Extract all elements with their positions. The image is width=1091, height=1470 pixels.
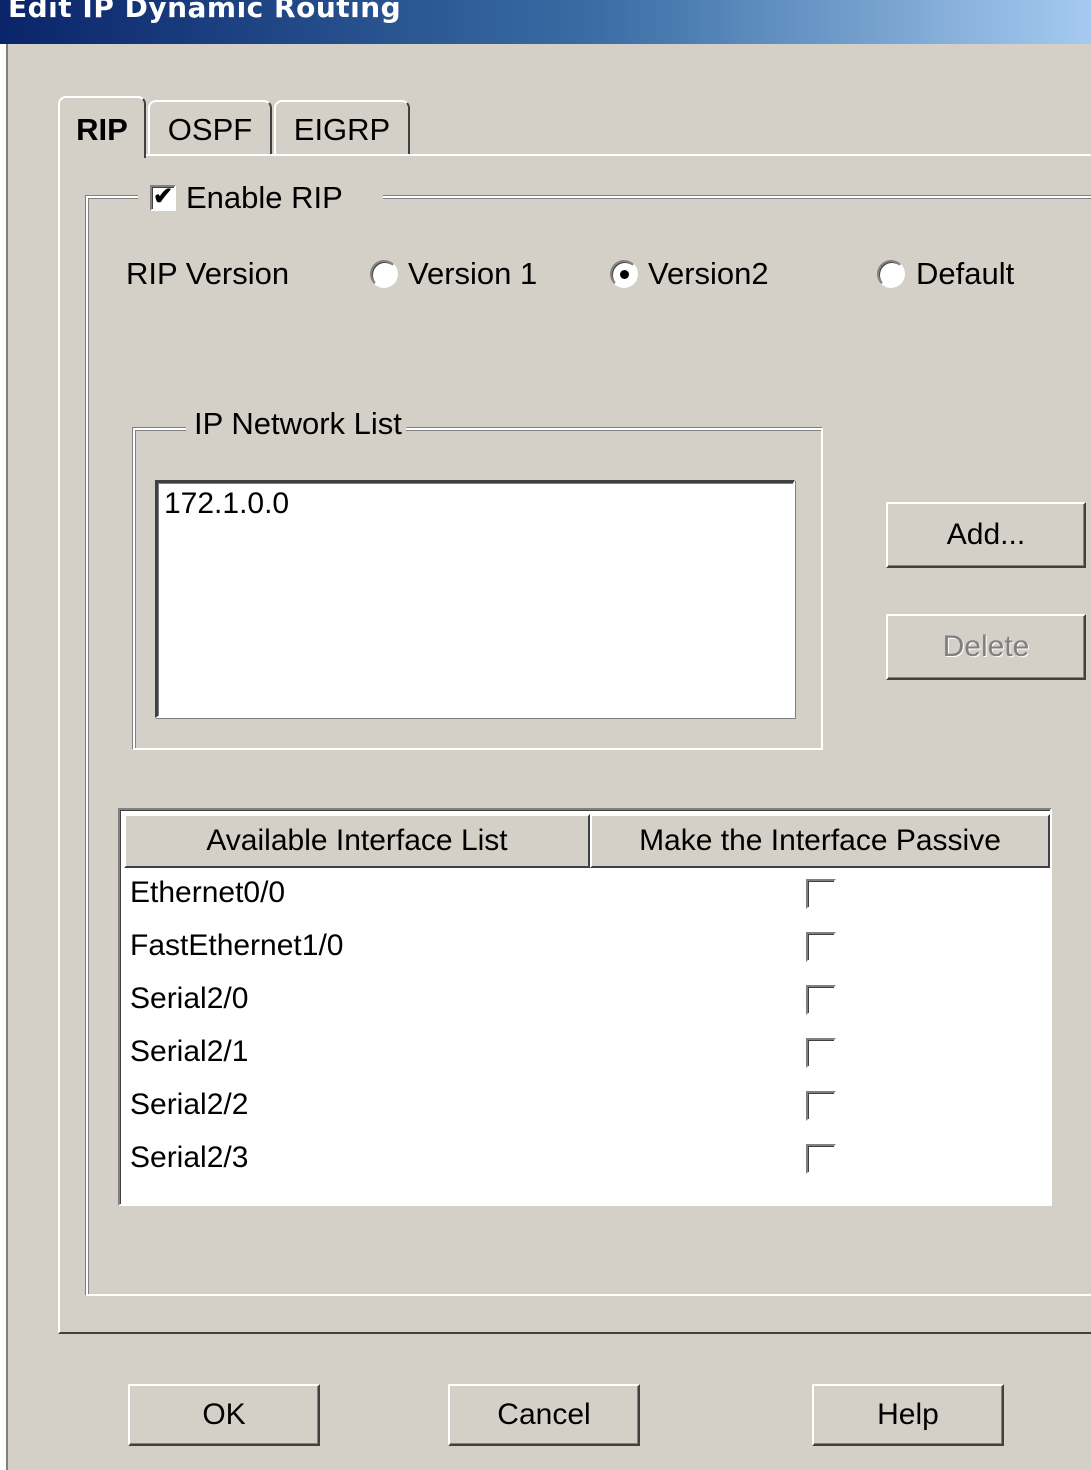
table-row[interactable]: Serial2/1 xyxy=(124,1027,1050,1080)
tab-ospf[interactable]: OSPF xyxy=(148,100,272,156)
rip-version-label: RIP Version xyxy=(126,256,290,291)
table-row[interactable]: FastEthernet1/0 xyxy=(124,921,1050,974)
interface-name: Serial2/3 xyxy=(130,1141,249,1174)
delete-button[interactable]: Delete xyxy=(886,614,1086,680)
passive-checkbox[interactable] xyxy=(806,985,836,1015)
radio-version-2-label[interactable]: Version2 xyxy=(648,256,769,292)
add-button-label: Add... xyxy=(946,518,1026,551)
passive-checkbox[interactable] xyxy=(806,1144,836,1174)
radio-default-label[interactable]: Default xyxy=(916,256,1014,292)
radio-version-1[interactable] xyxy=(370,260,398,288)
help-button[interactable]: Help xyxy=(812,1384,1004,1446)
passive-checkbox[interactable] xyxy=(806,1091,836,1121)
interface-name: Serial2/1 xyxy=(130,1035,249,1068)
ip-network-list-legend: IP Network List xyxy=(186,406,406,442)
help-button-label: Help xyxy=(877,1398,939,1431)
radio-version-2[interactable] xyxy=(610,260,638,288)
ip-network-listbox[interactable]: 172.1.0.0 xyxy=(155,480,795,718)
column-header-available-interface[interactable]: Available Interface List xyxy=(124,814,590,868)
cancel-button-label: Cancel xyxy=(497,1398,591,1431)
interface-name: Serial2/0 xyxy=(130,982,249,1015)
cancel-button[interactable]: Cancel xyxy=(448,1384,640,1446)
table-row[interactable]: Serial2/0 xyxy=(124,974,1050,1027)
column-header-passive[interactable]: Make the Interface Passive xyxy=(590,814,1050,868)
radio-selected-dot xyxy=(619,269,629,279)
add-button[interactable]: Add... xyxy=(886,502,1086,568)
radio-circle[interactable] xyxy=(370,260,398,288)
passive-checkbox[interactable] xyxy=(806,932,836,962)
enable-rip-legend: ✔ Enable RIP xyxy=(138,180,383,216)
ok-button[interactable]: OK xyxy=(128,1384,320,1446)
interface-name: Ethernet0/0 xyxy=(130,876,286,909)
passive-checkbox[interactable] xyxy=(806,1038,836,1068)
title-bar[interactable]: Edit IP Dynamic Routing xyxy=(0,0,1091,44)
ok-button-label: OK xyxy=(202,1398,246,1431)
list-item[interactable]: 172.1.0.0 xyxy=(164,487,787,521)
delete-button-label: Delete xyxy=(942,630,1030,663)
window-frame xyxy=(0,44,8,1470)
passive-checkbox[interactable] xyxy=(806,879,836,909)
table-row[interactable]: Ethernet0/0 xyxy=(124,868,1050,921)
tab-eigrp[interactable]: EIGRP xyxy=(274,100,410,156)
enable-rip-label: Enable RIP xyxy=(186,180,343,215)
table-row[interactable]: Serial2/2 xyxy=(124,1080,1050,1133)
interface-table[interactable]: Available Interface List Make the Interf… xyxy=(118,808,1052,1206)
radio-circle[interactable] xyxy=(610,260,638,288)
radio-default[interactable] xyxy=(877,260,905,288)
window-title: Edit IP Dynamic Routing xyxy=(8,0,402,24)
table-row[interactable]: Serial2/3 xyxy=(124,1133,1050,1186)
radio-circle[interactable] xyxy=(877,260,905,288)
interface-name: Serial2/2 xyxy=(130,1088,249,1121)
tab-rip[interactable]: RIP xyxy=(58,96,146,158)
radio-version-1-label[interactable]: Version 1 xyxy=(408,256,537,292)
interface-name: FastEthernet1/0 xyxy=(130,929,344,962)
checkmark-icon: ✔ xyxy=(152,183,174,210)
enable-rip-checkbox[interactable]: ✔ xyxy=(150,185,176,211)
